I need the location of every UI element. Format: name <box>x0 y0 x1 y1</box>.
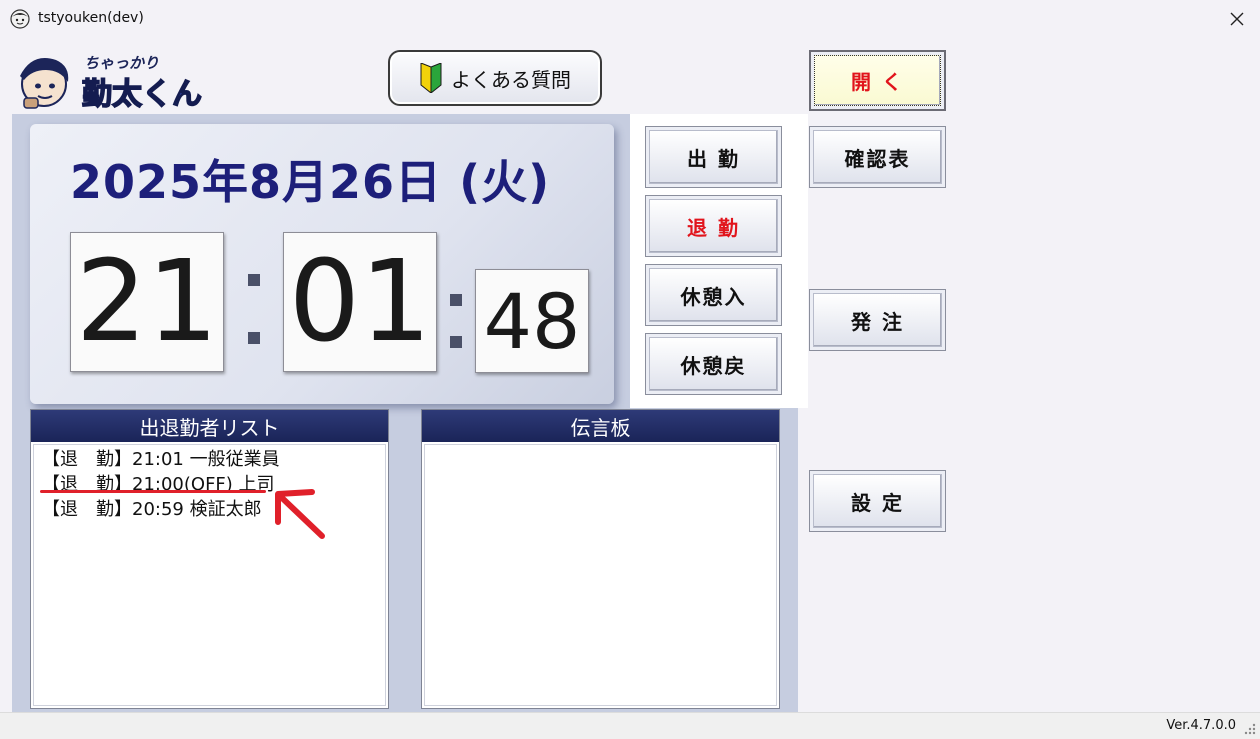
faq-button-face: よくある質問 <box>390 52 600 104</box>
svg-text:ちゃっかり: ちゃっかり <box>84 54 159 72</box>
annotation-arrow-icon <box>275 489 325 539</box>
close-button[interactable] <box>1214 0 1260 38</box>
attendance-list-panel: 出退勤者リスト 【退 勤】21:01 一般従業員 【退 勤】21:00(OFF)… <box>30 409 389 709</box>
order-button-label: 発 注 <box>813 293 942 347</box>
message-board-title: 伝言板 <box>422 410 779 442</box>
close-icon <box>1230 12 1244 26</box>
app-icon <box>10 9 30 29</box>
svg-text:勤太くん: 勤太くん <box>82 77 202 110</box>
break-end-button-label: 休憩戻 <box>649 337 778 391</box>
clock-in-button-label: 出 勤 <box>649 130 778 184</box>
clock-out-button[interactable]: 退 勤 <box>645 195 782 257</box>
break-start-button-label: 休憩入 <box>649 268 778 322</box>
confirm-sheet-button[interactable]: 確認表 <box>809 126 946 188</box>
current-date: 2025年8月26日 (火) <box>70 155 551 209</box>
attendance-list-title: 出退勤者リスト <box>31 410 388 442</box>
open-button-label: 開 く <box>814 55 941 106</box>
settings-button-label: 設 定 <box>813 474 942 528</box>
beginner-mark-icon <box>420 63 442 93</box>
colon-dot <box>450 294 462 306</box>
faq-button[interactable]: よくある質問 <box>388 50 602 106</box>
settings-button[interactable]: 設 定 <box>809 470 946 532</box>
break-start-button[interactable]: 休憩入 <box>645 264 782 326</box>
colon-dot <box>248 332 260 344</box>
colon-dot <box>450 336 462 348</box>
message-board[interactable] <box>424 444 777 706</box>
faq-button-label: よくある質問 <box>451 67 571 92</box>
message-board-panel: 伝言板 <box>421 409 780 709</box>
version-label: Ver.4.7.0.0 <box>1166 718 1236 733</box>
resize-grip-icon[interactable] <box>1242 721 1256 735</box>
clock-out-button-label: 退 勤 <box>649 199 778 253</box>
list-item[interactable]: 【退 勤】21:01 一般従業員 <box>42 447 377 472</box>
status-bar: Ver.4.7.0.0 <box>0 712 1260 739</box>
open-button[interactable]: 開 く <box>809 50 946 111</box>
clock-in-button[interactable]: 出 勤 <box>645 126 782 188</box>
order-button[interactable]: 発 注 <box>809 289 946 351</box>
confirm-sheet-button-label: 確認表 <box>813 130 942 184</box>
title-bar: tstyouken(dev) <box>0 0 1260 38</box>
clock-card: 2025年8月26日 (火) 21 01 48 <box>30 124 614 404</box>
clock-seconds: 48 <box>475 269 589 373</box>
app-logo: ちゃっかり 勤太くん <box>20 54 203 110</box>
break-end-button[interactable]: 休憩戻 <box>645 333 782 395</box>
annotation-underline <box>40 490 266 493</box>
clock-hours: 21 <box>70 232 224 372</box>
attendance-list[interactable]: 【退 勤】21:01 一般従業員 【退 勤】21:00(OFF) 上司 【退 勤… <box>33 444 386 706</box>
clock-minutes: 01 <box>283 232 437 372</box>
window-title: tstyouken(dev) <box>38 10 144 26</box>
colon-dot <box>248 274 260 286</box>
